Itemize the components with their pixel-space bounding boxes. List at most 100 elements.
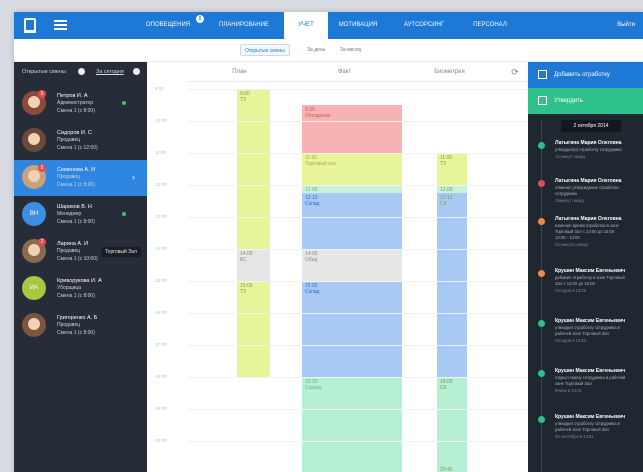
fact-event-block[interactable]: 9:30 Опоздание — [302, 105, 402, 153]
tab-outsourcing[interactable]: Аутсорсинг — [388, 12, 460, 39]
status-dot-icon — [538, 416, 545, 423]
employee-name: Семенова А. И — [57, 167, 96, 173]
fact-event-block[interactable]: 12:15 Склад — [302, 193, 402, 249]
app-logo-icon[interactable] — [24, 18, 36, 33]
tab-label: Оповещения — [145, 22, 191, 28]
feed-time: Сегодня в 14:53 — [555, 338, 587, 343]
feed-text: Зал с 14:00 до 15:00 — [555, 281, 595, 286]
feed-text: рабочей зоне Торговый Зал — [555, 331, 610, 336]
plan-event-block[interactable]: 9:00 ТЗ — [237, 89, 270, 249]
fact-event-block[interactable]: 14:00 Обед — [302, 249, 402, 281]
plan-event-block[interactable]: 14:00 КС — [237, 249, 270, 281]
time-label: 19:00 — [155, 406, 167, 411]
tab-label: Учет — [298, 22, 314, 28]
employee-name: Сидоров И. С — [57, 130, 92, 136]
column-header-fact: Факт — [292, 62, 397, 82]
filter-open-shifts-button[interactable]: Открытые смены — [240, 44, 290, 56]
event-label: Опоздание — [305, 113, 331, 119]
filter-per-month-button[interactable]: За месяц — [336, 44, 365, 56]
time-label: 12:00 — [155, 182, 167, 187]
status-dot-icon — [538, 218, 545, 225]
notification-badge: 2 — [38, 238, 46, 246]
time-label: 11:00 — [155, 150, 166, 155]
menu-icon[interactable] — [54, 20, 67, 31]
activity-feed: Добавить отработку Утвердить 2 октября 2… — [528, 62, 643, 472]
event-label: Склад — [305, 201, 320, 207]
notification-count-badge: 8 — [196, 15, 204, 23]
add-shift-button[interactable]: Добавить отработку — [528, 62, 643, 88]
hour-gridline — [187, 281, 528, 282]
feed-text: отменил утверждение отработки — [555, 185, 619, 190]
fact-event-block[interactable]: 12:00Ожидание — [302, 185, 402, 199]
open-shifts-label[interactable]: Открытые смены — [22, 69, 66, 75]
feed-time: Сегодня в 13:00 — [555, 288, 587, 293]
employee-role: Администратор — [57, 100, 94, 106]
feed-text: утвердил отработку сотрудника в — [555, 325, 620, 330]
employee-sidebar: Открытые смены За сегодня 5 Петров И. А Ад… — [14, 62, 147, 472]
bio-event-block[interactable]: 12:15 СК — [437, 193, 467, 377]
filter-per-day-button[interactable]: За день — [303, 44, 329, 56]
feed-time: 15минут назад — [555, 198, 584, 203]
feed-author: Крушин Максим Евгеньевич — [555, 268, 626, 274]
employee-role: Продавец — [57, 322, 80, 328]
employee-name: Петров И. А — [57, 93, 88, 99]
bio-event-block[interactable]: 12:00 — [437, 185, 467, 193]
event-label: Склад — [305, 289, 320, 295]
employee-shift: Смена 1 (с 8:00) — [57, 330, 95, 336]
employee-shift: Смена 1 (с 8:00) — [57, 219, 95, 225]
feed-author: Латыгина Мария Олеговна — [555, 216, 622, 222]
time-label: 18:00 — [155, 374, 167, 379]
column-header-plan: План — [187, 62, 292, 82]
feed-time: 12 минут назад — [555, 154, 585, 159]
tab-personnel[interactable]: Персонал — [460, 12, 520, 39]
fact-event-block[interactable]: 15:00 Склад — [302, 281, 402, 377]
today-filter-label[interactable]: За сегодня — [96, 69, 124, 75]
approve-button[interactable]: Утвердить — [528, 88, 643, 114]
edit-icon — [538, 70, 547, 79]
employee-list-item[interactable]: 5 Петров И. А Администратор Смена 1 (с 8:00… — [14, 86, 147, 122]
employee-list-item[interactable]: Сидоров И. С Продавец Смена 1 (с 12:00) — [14, 123, 147, 159]
bio-end-time: 20:45 — [440, 467, 453, 472]
employee-name: Ларина А. И — [57, 241, 89, 247]
bio-event-block[interactable]: 18:00 СК — [437, 377, 467, 472]
employee-shift: Смена 1 (с 8:00) — [57, 293, 95, 299]
checkbox-icon — [538, 96, 547, 105]
tab-notifications[interactable]: Оповещения 8 — [132, 12, 204, 39]
employee-list-item[interactable]: 5 Семенова А. И Продавец Смена 1 (с 8:00) › — [14, 160, 147, 196]
event-label: Торговый зал — [305, 161, 337, 167]
refresh-icon[interactable]: ⟳ — [502, 62, 528, 82]
chevron-down-icon[interactable] — [78, 68, 85, 75]
bio-event-block[interactable]: 11:00 ТЗ — [437, 153, 467, 185]
chevron-down-icon[interactable] — [133, 68, 140, 75]
employee-list-item[interactable]: ИА Криворукова И. А Уборщица Смена 1 (с 8:0… — [14, 271, 147, 307]
notification-badge: 5 — [38, 164, 46, 172]
fact-event-block[interactable]: 11:00 Торговый зал — [302, 153, 402, 185]
tab-motivation[interactable]: Мотивация — [328, 12, 388, 39]
employee-shift: Смена 1 (с 12:00) — [57, 145, 98, 151]
logout-button[interactable]: Выйти — [617, 12, 635, 39]
event-label: СК — [440, 385, 447, 391]
feed-text: сотрудника — [555, 191, 577, 196]
event-label: ТЗ — [440, 161, 447, 167]
tab-label: Персонал — [473, 22, 507, 28]
employee-list-item[interactable]: Григоренко А. Б Продавец Смена 1 (с 8:00) — [14, 308, 147, 344]
feed-date: 2 октября 2014 — [561, 120, 621, 132]
event-label: ТЗ — [240, 289, 247, 295]
hour-gridline — [187, 249, 528, 250]
time-label: 9:00 — [155, 86, 164, 91]
chevron-right-icon[interactable]: › — [132, 172, 135, 182]
tab-label: Планирование — [219, 22, 269, 28]
tab-planning[interactable]: Планирование — [204, 12, 284, 39]
feed-text: 12:00 - 13:00 — [555, 235, 580, 240]
avatar: ВН — [22, 202, 46, 226]
tab-accounting[interactable]: Учет — [284, 12, 328, 39]
time-label: 10:00 — [155, 118, 167, 123]
feed-text: добавил отработку в зоне Торговый — [555, 275, 625, 280]
feed-author: Крушин Максим Евгеньевич — [555, 414, 626, 420]
employee-list-item[interactable]: ВН Шариков В. Н Менеджер Смена 1 (с 8:00) — [14, 197, 147, 233]
hour-gridline — [187, 441, 528, 442]
sidebar-header: Открытые смены За сегодня — [14, 62, 147, 82]
fact-event-block[interactable]: 18:00 Сервис — [302, 377, 402, 472]
plan-event-block[interactable]: 15:00 ТЗ — [237, 281, 270, 377]
feed-time: 30 сентября в 14:01 — [555, 434, 594, 439]
